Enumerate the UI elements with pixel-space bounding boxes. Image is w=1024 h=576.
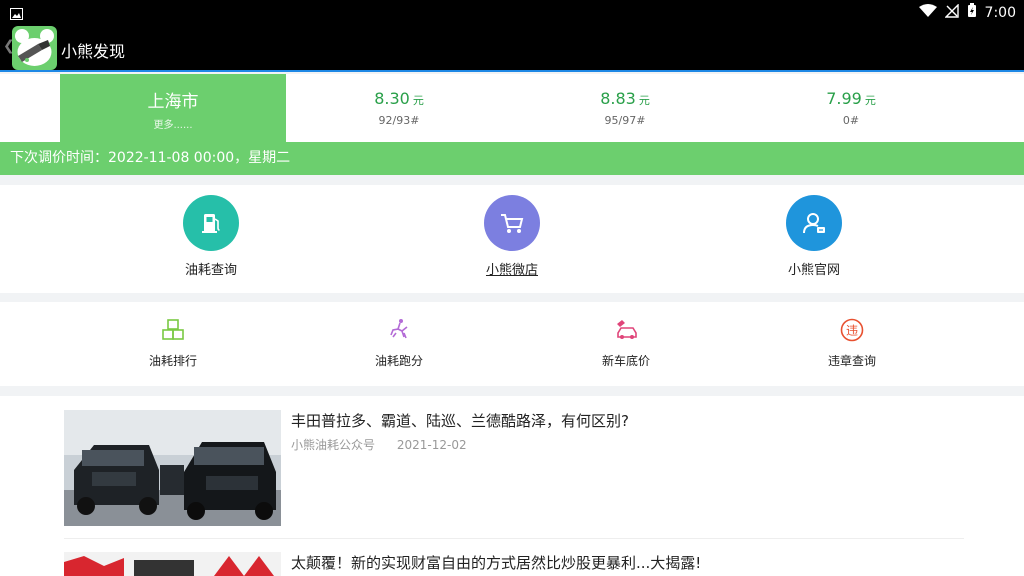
clock: 7:00	[984, 4, 1016, 21]
article-date: 2021-12-02	[396, 438, 467, 452]
fuel-grade: 0#	[842, 114, 860, 127]
shortcut-violation-query[interactable]: 违 违章查询	[772, 302, 932, 386]
wifi-icon	[918, 3, 937, 22]
shortcut-label: 违章查询	[827, 354, 876, 368]
article-item[interactable]: 丰田普拉多、霸道、陆巡、兰德酷路泽，有何区别? 小熊油耗公众号 2021-12-…	[64, 410, 964, 530]
main-shortcuts: 油耗查询 小熊微店 小熊官网	[0, 185, 1024, 293]
price-95: 8.83 元 95/97#	[512, 74, 738, 142]
price-92: 8.30 元 92/93#	[286, 74, 512, 142]
app-logo[interactable]	[12, 26, 57, 70]
app-bar: ❮ 小熊发现	[0, 24, 1024, 72]
secondary-shortcuts: 油耗排行 油耗跑分 新车底价 违 违章查询	[0, 302, 1024, 386]
fuel-pump-icon	[183, 195, 239, 251]
article-meta: 小熊油耗公众号 2021-12-02	[291, 436, 467, 453]
shortcut-website[interactable]: 小熊官网	[714, 185, 914, 293]
price-value: 8.83	[600, 89, 636, 108]
fuel-grade: 92/93#	[378, 114, 420, 127]
price-value: 8.30	[374, 89, 410, 108]
shortcut-new-car-price[interactable]: 新车底价	[546, 302, 706, 386]
price-unit: 元	[412, 94, 424, 107]
article-title: 丰田普拉多、霸道、陆巡、兰德酷路泽，有何区别?	[291, 412, 629, 430]
city-name: 上海市	[147, 92, 199, 112]
shortcut-shop[interactable]: 小熊微店	[412, 185, 612, 293]
svg-text:违: 违	[846, 324, 858, 338]
no-signal-icon	[943, 2, 959, 22]
article-thumbnail	[64, 410, 281, 526]
article-thumbnail	[64, 552, 281, 576]
gallery-notification-icon	[10, 5, 23, 24]
shortcut-label: 新车底价	[601, 354, 650, 368]
boxes-icon	[161, 318, 185, 342]
price-value: 7.99	[826, 89, 862, 108]
violation-icon: 违	[840, 318, 864, 342]
price-unit: 元	[638, 94, 650, 107]
car-tag-icon	[614, 318, 638, 342]
article-divider	[64, 538, 964, 539]
article-item[interactable]: 太颠覆！新的实现财富自由的方式居然比炒股更暴利...大揭露!	[64, 552, 964, 576]
article-source: 小熊油耗公众号	[291, 438, 376, 452]
shortcut-fuel-score[interactable]: 油耗跑分	[319, 302, 479, 386]
shortcut-fuel-query[interactable]: 油耗查询	[111, 185, 311, 293]
horse-rider-icon	[387, 318, 411, 342]
status-bar: 7:00	[0, 0, 1024, 24]
battery-icon	[967, 3, 977, 22]
shortcut-label: 油耗跑分	[374, 354, 423, 368]
app-title: 小熊发现	[61, 42, 126, 61]
shortcut-label: 小熊官网	[787, 263, 840, 278]
user-card-icon	[786, 195, 842, 251]
fuel-grade: 95/97#	[604, 114, 646, 127]
city-selector[interactable]: 上海市 更多......	[60, 74, 286, 142]
city-more-link[interactable]: 更多......	[60, 116, 286, 131]
shopping-cart-icon	[484, 195, 540, 251]
shortcut-label: 油耗查询	[184, 263, 237, 278]
article-title: 太颠覆！新的实现财富自由的方式居然比炒股更暴利...大揭露!	[291, 554, 702, 572]
price-0: 7.99 元 0#	[738, 74, 964, 142]
shortcut-label: 油耗排行	[148, 354, 197, 368]
shortcut-label: 小熊微店	[485, 263, 538, 278]
shortcut-fuel-ranking[interactable]: 油耗排行	[93, 302, 253, 386]
article-list: 丰田普拉多、霸道、陆巡、兰德酷路泽，有何区别? 小熊油耗公众号 2021-12-…	[0, 396, 1024, 576]
price-unit: 元	[864, 94, 876, 107]
price-row: 上海市 更多...... 8.30 元 92/93# 8.83 元 95/97# 7…	[0, 74, 1024, 142]
price-adjust-notice: 下次调价时间：2022-11-08 00:00，星期二	[0, 142, 1024, 175]
